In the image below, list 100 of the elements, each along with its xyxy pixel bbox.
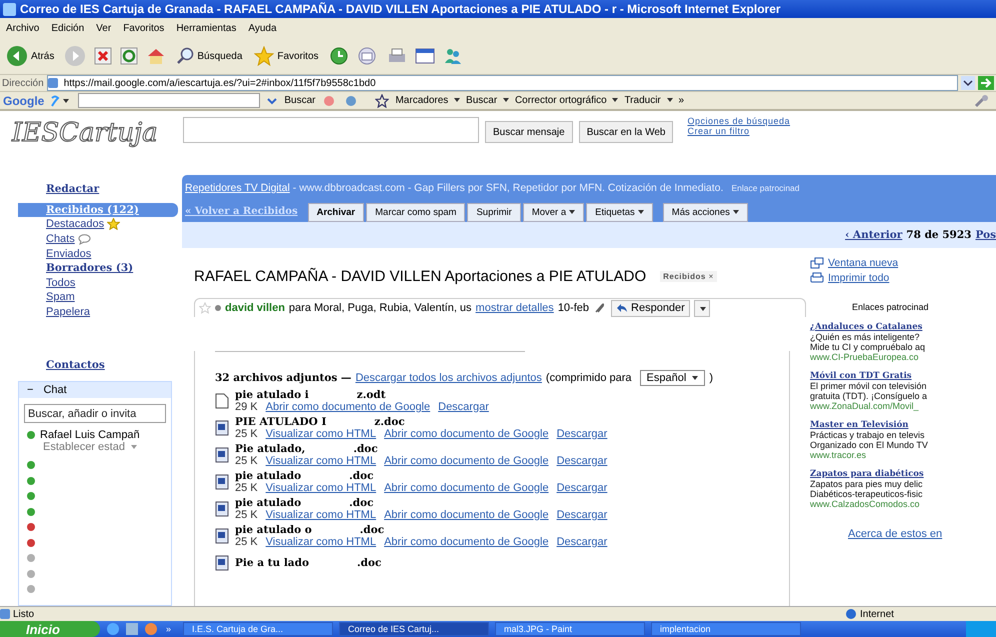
- taskbar-button[interactable]: mal3.JPG - Paint: [495, 622, 646, 636]
- attachment-link[interactable]: Descargar: [556, 482, 608, 494]
- attachment-link[interactable]: Abrir como documento de Google: [384, 428, 549, 440]
- attachment-link[interactable]: Abrir como documento de Google: [384, 454, 549, 466]
- nav-link[interactable]: Redactar: [18, 182, 178, 197]
- refresh-icon[interactable]: [120, 47, 138, 65]
- attachment-link[interactable]: Descargar: [556, 454, 608, 466]
- action-button[interactable]: Más acciones: [662, 203, 748, 222]
- about-ads-link[interactable]: Acerca de estos en: [848, 528, 996, 540]
- google-toolbar-item[interactable]: Corrector ortográfico: [514, 95, 618, 106]
- ad-line: Mide tu CI y compruébalo aq: [810, 342, 926, 352]
- attachment-link[interactable]: Descargar: [556, 428, 608, 440]
- reply-arrow-icon: [616, 303, 628, 313]
- attachment-link[interactable]: Visualizar como HTML: [266, 508, 376, 520]
- ad-url: www.CI-PruebaEuropea.co: [810, 352, 920, 362]
- sender-name[interactable]: david villen: [225, 302, 285, 314]
- search-options-link[interactable]: Opciones de búsqueda: [687, 116, 790, 126]
- file-name: PIE ATULADO I: [235, 416, 326, 428]
- search-button[interactable]: Buscar en la Web: [578, 121, 674, 143]
- menu-item[interactable]: Ver: [96, 22, 112, 34]
- language-dropdown[interactable]: Español: [640, 370, 706, 386]
- ad-title-link[interactable]: Master en Televisión: [810, 420, 996, 430]
- chat-search-field[interactable]: Buscar, añadir o invita: [24, 404, 166, 424]
- taskbar-button[interactable]: I.E.S. Cartuja de Gra...: [183, 622, 334, 636]
- address-field[interactable]: https://mail.google.com/a/iescartuja.es/?ui=2#inbox/11f5f7b9558c1bd0: [46, 75, 958, 91]
- side-link[interactable]: Imprimir todo: [810, 272, 996, 284]
- ad-line: Organizado con El Mundo TV: [810, 440, 929, 450]
- next-link[interactable]: Pos: [975, 229, 996, 241]
- taskbar-button[interactable]: Correo de IES Cartuj...: [339, 622, 490, 636]
- attachment-link[interactable]: Abrir como documento de Google: [384, 508, 549, 520]
- printer-icon[interactable]: [386, 47, 407, 65]
- menu-item[interactable]: Ayuda: [248, 22, 277, 34]
- back-button[interactable]: Atrás: [4, 45, 56, 67]
- paperclip-icon: [593, 302, 606, 314]
- file-size: 25 K: [235, 428, 258, 440]
- star-outline-icon[interactable]: [375, 94, 390, 108]
- action-button[interactable]: Marcar como spam: [366, 203, 466, 222]
- google-toolbar-item[interactable]: Traducir: [624, 95, 673, 106]
- nav-link[interactable]: Chats: [18, 232, 178, 246]
- remove-label-button[interactable]: ×: [708, 272, 714, 280]
- ad-title-link[interactable]: Zapatos para diabéticos: [810, 469, 996, 479]
- mail-search-field[interactable]: [183, 117, 479, 143]
- stop-icon[interactable]: [94, 47, 112, 65]
- history-icon[interactable]: [328, 46, 349, 66]
- ad-title-link[interactable]: ¿Andaluces o Catalanes: [810, 322, 996, 332]
- nav-link[interactable]: Destacados: [18, 217, 178, 232]
- reply-button[interactable]: Responder: [611, 300, 690, 316]
- search-button[interactable]: Búsqueda: [174, 47, 244, 65]
- sponsor-label: Enlace patrocinad: [731, 182, 800, 192]
- quick-launch-icons[interactable]: [106, 622, 160, 636]
- attachment-link[interactable]: Visualizar como HTML: [266, 482, 376, 494]
- status-dropdown[interactable]: Establecer estad: [19, 441, 171, 454]
- file-extension: .doc: [353, 442, 378, 454]
- search-button[interactable]: Buscar mensaje: [485, 121, 573, 143]
- attachment-link[interactable]: Abrir como documento de Google: [384, 536, 549, 548]
- attachment-link[interactable]: Abrir como documento de Google: [266, 400, 430, 412]
- nav-link[interactable]: Todos: [18, 276, 178, 290]
- download-all-link[interactable]: Descargar todos los archivos adjuntos: [355, 372, 542, 384]
- side-link[interactable]: Ventana nueva: [810, 257, 996, 269]
- menu-item[interactable]: Archivo: [6, 22, 40, 34]
- google-search-field[interactable]: [78, 93, 260, 108]
- contacts-link[interactable]: Contactos: [46, 359, 182, 372]
- google-search-button[interactable]: Buscar: [284, 95, 316, 106]
- ad-title-link[interactable]: Móvil con TDT Gratis: [810, 371, 996, 381]
- attachment-link[interactable]: Abrir como documento de Google: [384, 482, 549, 494]
- google-toolbar-item[interactable]: Buscar: [466, 95, 509, 106]
- favorites-button[interactable]: Favoritos: [252, 46, 321, 66]
- more-chevron[interactable]: »: [678, 95, 684, 106]
- menu-item[interactable]: Edición: [51, 22, 84, 34]
- action-button[interactable]: Etiquetas: [586, 203, 653, 222]
- own-name: Rafael Luis Campañ: [40, 429, 140, 442]
- menu-item[interactable]: Herramientas: [176, 22, 236, 34]
- show-details-link[interactable]: mostrar detalles: [476, 302, 554, 314]
- file-size: 29 K: [235, 400, 258, 412]
- menu-item[interactable]: Favoritos: [123, 22, 164, 34]
- attachment-link[interactable]: Descargar: [556, 536, 608, 548]
- previous-link[interactable]: ‹ Anterior: [845, 229, 902, 241]
- nav-link[interactable]: Papelera: [18, 304, 178, 320]
- taskbar-button[interactable]: implentacion: [651, 622, 802, 636]
- people-icon[interactable]: [442, 47, 463, 65]
- action-button[interactable]: Archivar: [308, 203, 364, 222]
- attachment-link[interactable]: Visualizar como HTML: [266, 428, 376, 440]
- reply-options-button[interactable]: [694, 300, 710, 316]
- collapse-toggle[interactable]: −: [27, 384, 34, 396]
- action-button[interactable]: Suprimir: [467, 203, 521, 222]
- star-icon[interactable]: [199, 302, 211, 314]
- search-options-link[interactable]: Crear un filtro: [687, 126, 790, 136]
- attachment-link[interactable]: Descargar: [556, 508, 608, 520]
- attachment-link[interactable]: Descargar: [438, 400, 489, 412]
- more-chevron[interactable]: »: [166, 624, 172, 634]
- attachment-link[interactable]: Visualizar como HTML: [266, 536, 376, 548]
- home-icon[interactable]: [146, 47, 166, 65]
- nav-link[interactable]: Enviados: [18, 246, 178, 261]
- nav-link[interactable]: Borradores (3): [18, 260, 178, 276]
- nav-link[interactable]: Spam: [18, 290, 178, 305]
- google-toolbar-item[interactable]: Marcadores: [395, 95, 460, 106]
- new-window-icon: [810, 257, 824, 269]
- attachment-link[interactable]: Visualizar como HTML: [266, 454, 376, 466]
- action-button[interactable]: Mover a: [522, 203, 584, 222]
- file-extension: .doc: [349, 470, 374, 482]
